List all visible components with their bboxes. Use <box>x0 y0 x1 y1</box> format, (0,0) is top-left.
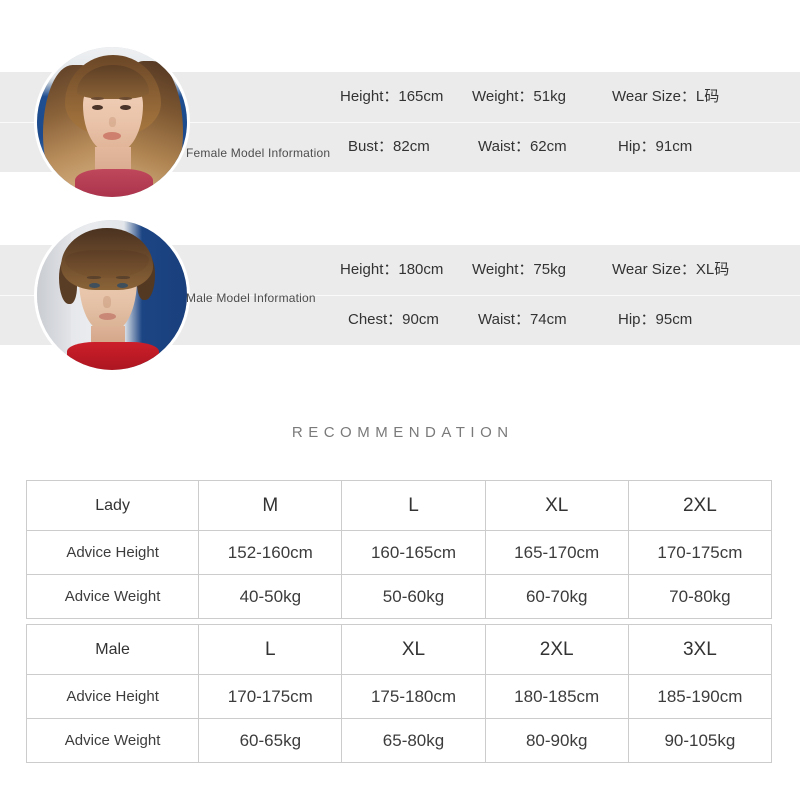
table-row: Advice Weight 60-65kg 65-80kg 80-90kg 90… <box>25 718 773 763</box>
lady-table-header-category: Lady <box>25 480 200 531</box>
lady-advice-height-1: 152-160cm <box>198 530 343 575</box>
male-waist-value: Waist：74cm <box>478 311 567 328</box>
male-table-header-category: Male <box>25 624 200 675</box>
male-weight-value: Weight：75kg <box>472 261 566 278</box>
male-chest-value: Chest：90cm <box>348 311 439 328</box>
lady-table-header-size-4: 2XL <box>627 480 773 531</box>
male-advice-height-1: 170-175cm <box>198 674 343 719</box>
lady-advice-weight-label: Advice Weight <box>25 574 200 619</box>
male-advice-height-3: 180-185cm <box>484 674 629 719</box>
lady-advice-weight-3: 60-70kg <box>484 574 629 619</box>
female-measurement-row-1: Height：165cm Weight：51kg Wear Size：L码 <box>340 72 800 122</box>
female-waist-value: Waist：62cm <box>478 138 567 155</box>
female-hip-value: Hip：91cm <box>618 138 693 155</box>
female-measurement-grid: Height：165cm Weight：51kg Wear Size：L码 Bu… <box>340 72 800 172</box>
lady-advice-weight-1: 40-50kg <box>198 574 343 619</box>
male-advice-weight-1: 60-65kg <box>198 718 343 763</box>
female-height-value: Height：165cm <box>340 88 444 105</box>
male-advice-height-label: Advice Height <box>25 674 200 719</box>
lady-advice-weight-2: 50-60kg <box>341 574 486 619</box>
male-advice-weight-4: 90-105kg <box>627 718 773 763</box>
lady-advice-height-3: 165-170cm <box>484 530 629 575</box>
female-model-section: Female Model Information Height：165cm We… <box>0 30 800 215</box>
recommendation-heading: RECOMMENDATION <box>291 424 514 441</box>
male-table-header-size-3: 2XL <box>484 624 629 675</box>
table-row: Advice Height 170-175cm 175-180cm 180-18… <box>25 674 773 719</box>
male-advice-height-4: 185-190cm <box>627 674 773 719</box>
male-height-value: Height：180cm <box>340 261 444 278</box>
lady-table-header-size-1: M <box>198 480 343 531</box>
male-table-header-size-2: XL <box>341 624 486 675</box>
lady-advice-weight-4: 70-80kg <box>627 574 773 619</box>
male-table-header-size-4: 3XL <box>627 624 773 675</box>
male-hip-value: Hip：95cm <box>618 311 693 328</box>
female-measurement-row-2: Bust：82cm Waist：62cm Hip：91cm <box>340 122 800 172</box>
male-wear-size-value: Wear Size：XL码 <box>612 261 730 278</box>
lady-advice-height-4: 170-175cm <box>627 530 773 575</box>
female-bust-value: Bust：82cm <box>348 138 430 155</box>
male-model-section: Male Model Information Height：180cm Weig… <box>0 203 800 388</box>
male-measurement-grid: Height：180cm Weight：75kg Wear Size：XL码 C… <box>340 245 800 345</box>
table-row: Advice Height 152-160cm 160-165cm 165-17… <box>25 530 773 575</box>
lady-advice-height-label: Advice Height <box>25 530 200 575</box>
table-row: Advice Weight 40-50kg 50-60kg 60-70kg 70… <box>25 574 773 619</box>
female-model-avatar-art <box>37 47 187 197</box>
female-model-avatar <box>37 47 187 197</box>
lady-table-header-row: Lady M L XL 2XL <box>25 480 773 531</box>
female-wear-size-value: Wear Size：L码 <box>612 88 720 105</box>
male-table-header-row: Male L XL 2XL 3XL <box>25 624 773 675</box>
lady-table-header-size-2: L <box>341 480 486 531</box>
male-advice-weight-2: 65-80kg <box>341 718 486 763</box>
female-weight-value: Weight：51kg <box>472 88 566 105</box>
male-advice-weight-3: 80-90kg <box>484 718 629 763</box>
lady-advice-height-2: 160-165cm <box>341 530 486 575</box>
male-table-header-size-1: L <box>198 624 343 675</box>
male-advice-weight-label: Advice Weight <box>25 718 200 763</box>
male-advice-height-2: 175-180cm <box>341 674 486 719</box>
male-measurement-row-2: Chest：90cm Waist：74cm Hip：95cm <box>340 295 800 345</box>
male-measurement-row-1: Height：180cm Weight：75kg Wear Size：XL码 <box>340 245 800 295</box>
female-model-caption: Female Model Information <box>186 146 331 160</box>
lady-size-table: Lady M L XL 2XL Advice Height 152-160cm … <box>25 480 773 619</box>
lady-table-header-size-3: XL <box>484 480 629 531</box>
male-size-table: Male L XL 2XL 3XL Advice Height 170-175c… <box>25 624 773 763</box>
male-model-caption: Male Model Information <box>186 291 316 305</box>
male-model-avatar-art <box>37 220 187 370</box>
male-model-avatar <box>37 220 187 370</box>
